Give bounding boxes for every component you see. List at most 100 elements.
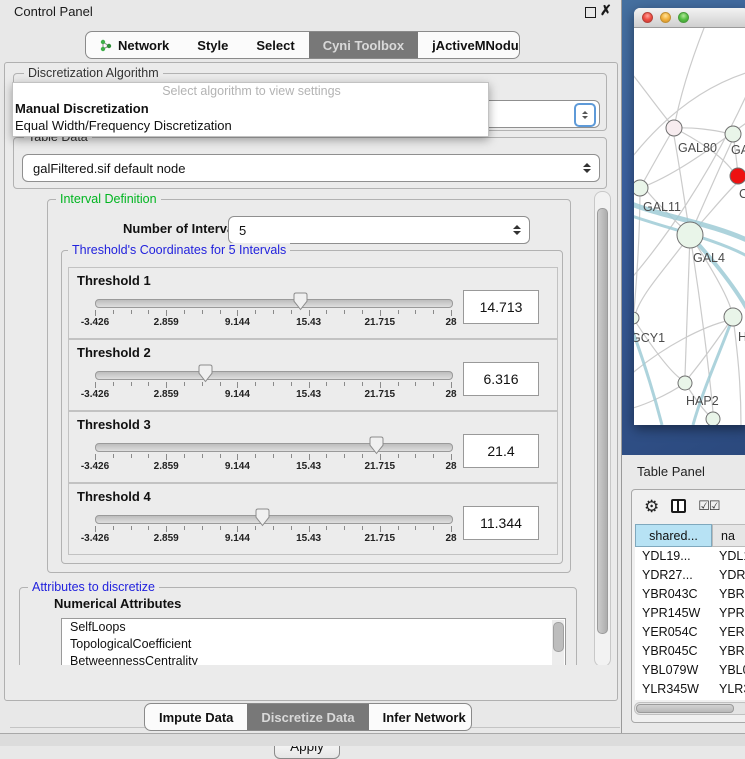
table-row[interactable]: YBR043CYBR0: [635, 585, 745, 604]
network-node[interactable]: [724, 308, 742, 326]
threshold-value-box[interactable]: 14.713: [463, 290, 539, 324]
table-cell: YER0: [712, 623, 745, 642]
attribute-list-item[interactable]: BetweennessCentrality: [62, 653, 565, 665]
horizontal-scrollbar[interactable]: [634, 702, 745, 715]
network-edge[interactable]: [685, 235, 690, 376]
gear-icon[interactable]: ⚙: [644, 498, 659, 515]
scrollbar-thumb[interactable]: [553, 622, 564, 652]
column-header-na[interactable]: na: [712, 524, 745, 547]
tab-cyni-toolbox[interactable]: Cyni Toolbox: [309, 32, 418, 58]
network-edge[interactable]: [634, 320, 730, 376]
close-traffic-light-icon[interactable]: [642, 12, 653, 23]
table-data-combo[interactable]: galFiltered.sif default node: [22, 154, 600, 182]
table-cell: YIL052C: [635, 699, 712, 700]
slider-tick: [380, 526, 381, 532]
threshold-value-box[interactable]: 6.316: [463, 362, 539, 396]
slider-tick: [95, 454, 96, 460]
slider-tick: [326, 454, 327, 458]
slider-track[interactable]: [95, 515, 453, 524]
split-columns-icon[interactable]: [671, 499, 686, 513]
dropdown-item-equal-width-frequency-discretization[interactable]: Equal Width/Frequency Discretization: [13, 117, 488, 134]
list-scrollbar[interactable]: [552, 620, 564, 665]
slider-tick-label: 21.715: [354, 533, 406, 544]
threshold-label: Threshold 3: [77, 417, 151, 432]
table-row[interactable]: YPR145WYPR1: [635, 604, 745, 623]
attribute-list-item[interactable]: SelfLoops: [62, 619, 565, 636]
table-row[interactable]: YDL19...YDL1: [635, 547, 745, 566]
table-row[interactable]: YER054CYER0: [635, 623, 745, 642]
minimize-traffic-light-icon[interactable]: [660, 12, 671, 23]
slider-tick-label: 9.144: [211, 317, 263, 328]
slider-track[interactable]: [95, 443, 453, 452]
slider-tick: [415, 310, 416, 314]
slider-handle[interactable]: [198, 364, 213, 388]
slider-tick-label: 9.144: [211, 389, 263, 400]
float-window-icon[interactable]: [585, 7, 596, 18]
network-node[interactable]: [666, 120, 682, 136]
table-row[interactable]: YIL052CYIL0: [635, 699, 745, 700]
threshold-value-box[interactable]: 21.4: [463, 434, 539, 468]
tab-style[interactable]: Style: [183, 32, 242, 58]
slider-tick: [273, 310, 274, 314]
zoom-traffic-light-icon[interactable]: [678, 12, 689, 23]
slider-tick: [398, 526, 399, 530]
scrollbar-thumb[interactable]: [636, 704, 734, 713]
tab-network[interactable]: Network: [86, 32, 183, 58]
threshold-value-box[interactable]: 11.344: [463, 506, 539, 540]
attribute-list-item[interactable]: TopologicalCoefficient: [62, 636, 565, 653]
slider-tick: [220, 454, 221, 458]
network-node[interactable]: [677, 222, 703, 248]
network-node[interactable]: [634, 180, 648, 196]
network-node[interactable]: [730, 168, 745, 184]
network-window-titlebar[interactable]: [634, 8, 745, 28]
tab-discretize-data[interactable]: Discretize Data: [247, 704, 368, 730]
spinner-arrows-icon[interactable]: [511, 225, 522, 235]
tab-infer-network[interactable]: Infer Network: [369, 704, 472, 730]
slider-track[interactable]: [95, 371, 453, 380]
tab-select[interactable]: Select: [242, 32, 308, 58]
dropdown-prompt: Select algorithm to view settings: [13, 83, 488, 100]
network-window[interactable]: GAL80GACGAL11GAL4GCY1HHAP2: [634, 8, 745, 425]
network-node[interactable]: [706, 412, 720, 425]
network-edge[interactable]: [644, 128, 674, 181]
table-header: shared...na: [635, 524, 745, 547]
num-intervals-combo[interactable]: 5: [228, 216, 530, 244]
network-node[interactable]: [634, 312, 639, 324]
table-row[interactable]: YLR345WYLR3: [635, 680, 745, 699]
table-cell: YBL079W: [635, 661, 712, 680]
network-edge-highlighted[interactable]: [690, 235, 745, 309]
network-edge[interactable]: [636, 235, 690, 312]
tab-jactivemnodules[interactable]: jActiveMNodules: [418, 32, 520, 58]
spinner-arrows-icon[interactable]: [581, 163, 592, 173]
scrollbar-thumb[interactable]: [597, 208, 608, 634]
table-row[interactable]: YBR045CYBR0: [635, 642, 745, 661]
network-node[interactable]: [725, 126, 741, 142]
table-toolbar: ⚙ ☑☑: [632, 490, 745, 522]
tab-impute-data[interactable]: Impute Data: [145, 704, 247, 730]
network-node[interactable]: [678, 376, 692, 390]
network-edge[interactable]: [674, 28, 706, 128]
slider-tick: [380, 310, 381, 316]
slider-tick: [202, 310, 203, 314]
attributes-list[interactable]: SelfLoopsTopologicalCoefficientBetweenne…: [61, 618, 566, 665]
network-edge[interactable]: [634, 383, 685, 409]
network-canvas[interactable]: GAL80GACGAL11GAL4GCY1HHAP2: [634, 28, 745, 425]
spinner-arrows-icon[interactable]: [574, 103, 596, 127]
slider-handle[interactable]: [369, 436, 384, 460]
select-columns-icon[interactable]: ☑☑: [698, 498, 719, 514]
vertical-scrollbar[interactable]: [594, 191, 611, 665]
network-edge[interactable]: [634, 318, 681, 379]
table-row[interactable]: YBL079WYBL0: [635, 661, 745, 680]
group-title: Discretization Algorithm: [24, 66, 163, 80]
slider-handle[interactable]: [255, 508, 270, 532]
slider-tick: [433, 526, 434, 530]
close-icon[interactable]: ✗: [600, 2, 612, 19]
slider-track[interactable]: [95, 299, 453, 308]
group-title: Attributes to discretize: [28, 580, 159, 594]
column-header-shared[interactable]: shared...: [635, 524, 712, 547]
slider-handle[interactable]: [293, 292, 308, 316]
table-row[interactable]: YDR27...YDR2: [635, 566, 745, 585]
table-cell: YIL0: [712, 699, 745, 700]
dropdown-item-manual-discretization[interactable]: Manual Discretization: [13, 100, 488, 117]
slider-tick: [415, 526, 416, 530]
